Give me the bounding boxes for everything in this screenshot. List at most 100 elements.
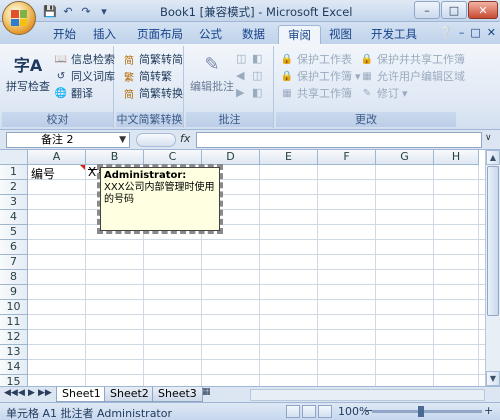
show-all-comments-icon[interactable]: ◫ xyxy=(252,69,262,82)
convert-button[interactable]: 简 简繁转换 xyxy=(122,85,183,101)
name-box[interactable]: 备注 2 ▼ xyxy=(6,132,130,148)
tab-data[interactable]: 数据 xyxy=(233,25,274,44)
protect-workbook-button[interactable]: 🔒 保护工作簿 ▾ xyxy=(280,68,361,84)
research-button[interactable]: 📖 信息检索 xyxy=(54,51,115,67)
grid-line xyxy=(28,239,485,240)
row-header-3[interactable]: 3 xyxy=(0,195,28,210)
comment-text: XXX公司内部管理时使用的号码 xyxy=(104,182,215,205)
view-buttons xyxy=(286,405,332,418)
prev-sheet-icon[interactable]: ◀ xyxy=(18,388,25,398)
track-changes-button[interactable]: ✎ 修订 ▾ xyxy=(360,85,408,101)
allow-edit-ranges-button[interactable]: ▦ 允许用户编辑区域 xyxy=(360,68,465,84)
sheet-tab-sheet3[interactable]: Sheet3 xyxy=(152,387,203,402)
tab-home[interactable]: 开始 xyxy=(44,25,85,44)
protect-sheet-button[interactable]: 🔒 保护工作表 xyxy=(280,51,352,67)
row-header-8[interactable]: 8 xyxy=(0,270,28,285)
to-simplified-button[interactable]: 简 简繁转简 xyxy=(122,51,183,67)
zoom-slider[interactable] xyxy=(372,410,482,413)
column-header-h[interactable]: H xyxy=(434,150,479,165)
help-icon[interactable]: ❔ xyxy=(439,26,453,39)
normal-view-icon[interactable] xyxy=(286,405,300,418)
row-header-10[interactable]: 10 xyxy=(0,300,28,315)
tab-page-layout[interactable]: 页面布局 xyxy=(128,25,192,44)
show-ink-icon[interactable]: ◧ xyxy=(252,86,262,99)
row-header-1[interactable]: 1 xyxy=(0,165,28,180)
sheet-tab-sheet2[interactable]: Sheet2 xyxy=(104,387,155,402)
scroll-down-icon[interactable]: ▼ xyxy=(486,371,500,386)
workbook-close-icon[interactable]: ✕ xyxy=(487,26,496,39)
vertical-scrollbar[interactable]: ▲ ▼ xyxy=(485,150,500,386)
row-header-11[interactable]: 11 xyxy=(0,315,28,330)
zoom-in-icon[interactable]: + xyxy=(484,404,493,417)
protect-share-button[interactable]: 🔒 保护并共享工作簿 xyxy=(360,51,465,67)
previous-comment-icon[interactable]: ◀ xyxy=(236,69,244,82)
column-header-c[interactable]: C xyxy=(144,150,202,165)
redo-icon[interactable]: ↷ xyxy=(78,3,94,19)
sheet-tab-bar: ◀◀ ◀ ▶ ▶▶ Sheet1 Sheet2 Sheet3 ▦ xyxy=(0,386,500,402)
next-sheet-icon[interactable]: ▶ xyxy=(28,388,35,398)
cell-a1[interactable]: 编号 xyxy=(31,165,55,182)
scroll-up-icon[interactable]: ▲ xyxy=(486,150,500,165)
sheet-tab-sheet1[interactable]: Sheet1 xyxy=(56,387,107,402)
name-box-dropdown-icon[interactable]: ▼ xyxy=(119,133,126,147)
worksheet-grid[interactable]: A B C D E F G H 1 2 3 4 5 6 7 8 9 10 11 12 13 14 15 编号 XX xyxy=(0,150,485,386)
comments-group-label: 批注 xyxy=(186,112,273,127)
maximize-button[interactable]: □ xyxy=(441,1,467,19)
to-traditional-button[interactable]: 繁 简转繁 xyxy=(122,68,172,84)
save-icon[interactable]: 💾 xyxy=(42,3,58,19)
formula-divider-handle[interactable] xyxy=(136,133,176,147)
expand-formula-bar-icon[interactable]: ∨ xyxy=(485,133,497,147)
spell-check-button[interactable]: 字A 拼写检查 xyxy=(6,50,50,94)
next-comment-icon[interactable]: ▶ xyxy=(236,86,244,99)
delete-comment-icon[interactable]: ◫ xyxy=(236,52,246,65)
minimize-button[interactable]: – xyxy=(414,1,440,19)
share-workbook-button[interactable]: ▦ 共享工作簿 xyxy=(280,85,352,101)
protect-workbook-icon: 🔒 xyxy=(280,70,294,82)
row-header-7[interactable]: 7 xyxy=(0,255,28,270)
row-header-15[interactable]: 15 xyxy=(0,375,28,386)
column-header-b[interactable]: B xyxy=(86,150,144,165)
thesaurus-button[interactable]: ↺ 同义词库 xyxy=(54,68,115,84)
customize-qat-icon[interactable]: ▾ xyxy=(96,3,112,19)
select-all-corner[interactable] xyxy=(0,150,28,165)
ribbon-restore-icon[interactable]: □ xyxy=(470,26,480,39)
tab-review[interactable]: 审阅 xyxy=(278,25,321,44)
formula-input[interactable] xyxy=(196,132,482,148)
row-header-6[interactable]: 6 xyxy=(0,240,28,255)
horizontal-scrollbar[interactable] xyxy=(250,389,485,401)
translate-button[interactable]: 🌐 翻译 xyxy=(54,85,93,101)
row-header-14[interactable]: 14 xyxy=(0,360,28,375)
zoom-slider-knob[interactable] xyxy=(418,406,424,417)
column-header-f[interactable]: F xyxy=(318,150,376,165)
row-header-5[interactable]: 5 xyxy=(0,225,28,240)
comment-box[interactable]: Administrator: XXX公司内部管理时使用的号码 xyxy=(97,164,223,234)
undo-icon[interactable]: ↶ xyxy=(60,3,76,19)
tab-formulas[interactable]: 公式 xyxy=(190,25,231,44)
office-button[interactable] xyxy=(2,1,36,35)
column-header-e[interactable]: E xyxy=(260,150,318,165)
scroll-thumb[interactable] xyxy=(487,166,499,316)
row-header-2[interactable]: 2 xyxy=(0,180,28,195)
show-comment-icon[interactable]: ◧ xyxy=(252,52,262,65)
page-layout-view-icon[interactable] xyxy=(302,405,316,418)
edit-comment-button[interactable]: ✎ 编辑批注 xyxy=(190,50,234,94)
last-sheet-icon[interactable]: ▶▶ xyxy=(38,388,52,398)
grid-line xyxy=(28,359,485,360)
column-header-g[interactable]: G xyxy=(376,150,434,165)
row-header-12[interactable]: 12 xyxy=(0,330,28,345)
first-sheet-icon[interactable]: ◀◀ xyxy=(4,388,18,398)
row-header-4[interactable]: 4 xyxy=(0,210,28,225)
page-break-view-icon[interactable] xyxy=(318,405,332,418)
tab-view[interactable]: 视图 xyxy=(320,25,361,44)
row-header-13[interactable]: 13 xyxy=(0,345,28,360)
traditional-icon: 繁 xyxy=(124,72,134,84)
close-button[interactable]: ✕ xyxy=(468,1,498,19)
ribbon-minimize-icon[interactable]: – xyxy=(459,26,465,39)
column-header-a[interactable]: A xyxy=(28,150,86,165)
row-header-9[interactable]: 9 xyxy=(0,285,28,300)
insert-function-button[interactable]: fx xyxy=(180,132,190,145)
insert-sheet-icon[interactable]: ▦ xyxy=(202,387,211,397)
tab-developer[interactable]: 开发工具 xyxy=(362,25,426,44)
column-header-d[interactable]: D xyxy=(202,150,260,165)
tab-insert[interactable]: 插入 xyxy=(84,25,125,44)
